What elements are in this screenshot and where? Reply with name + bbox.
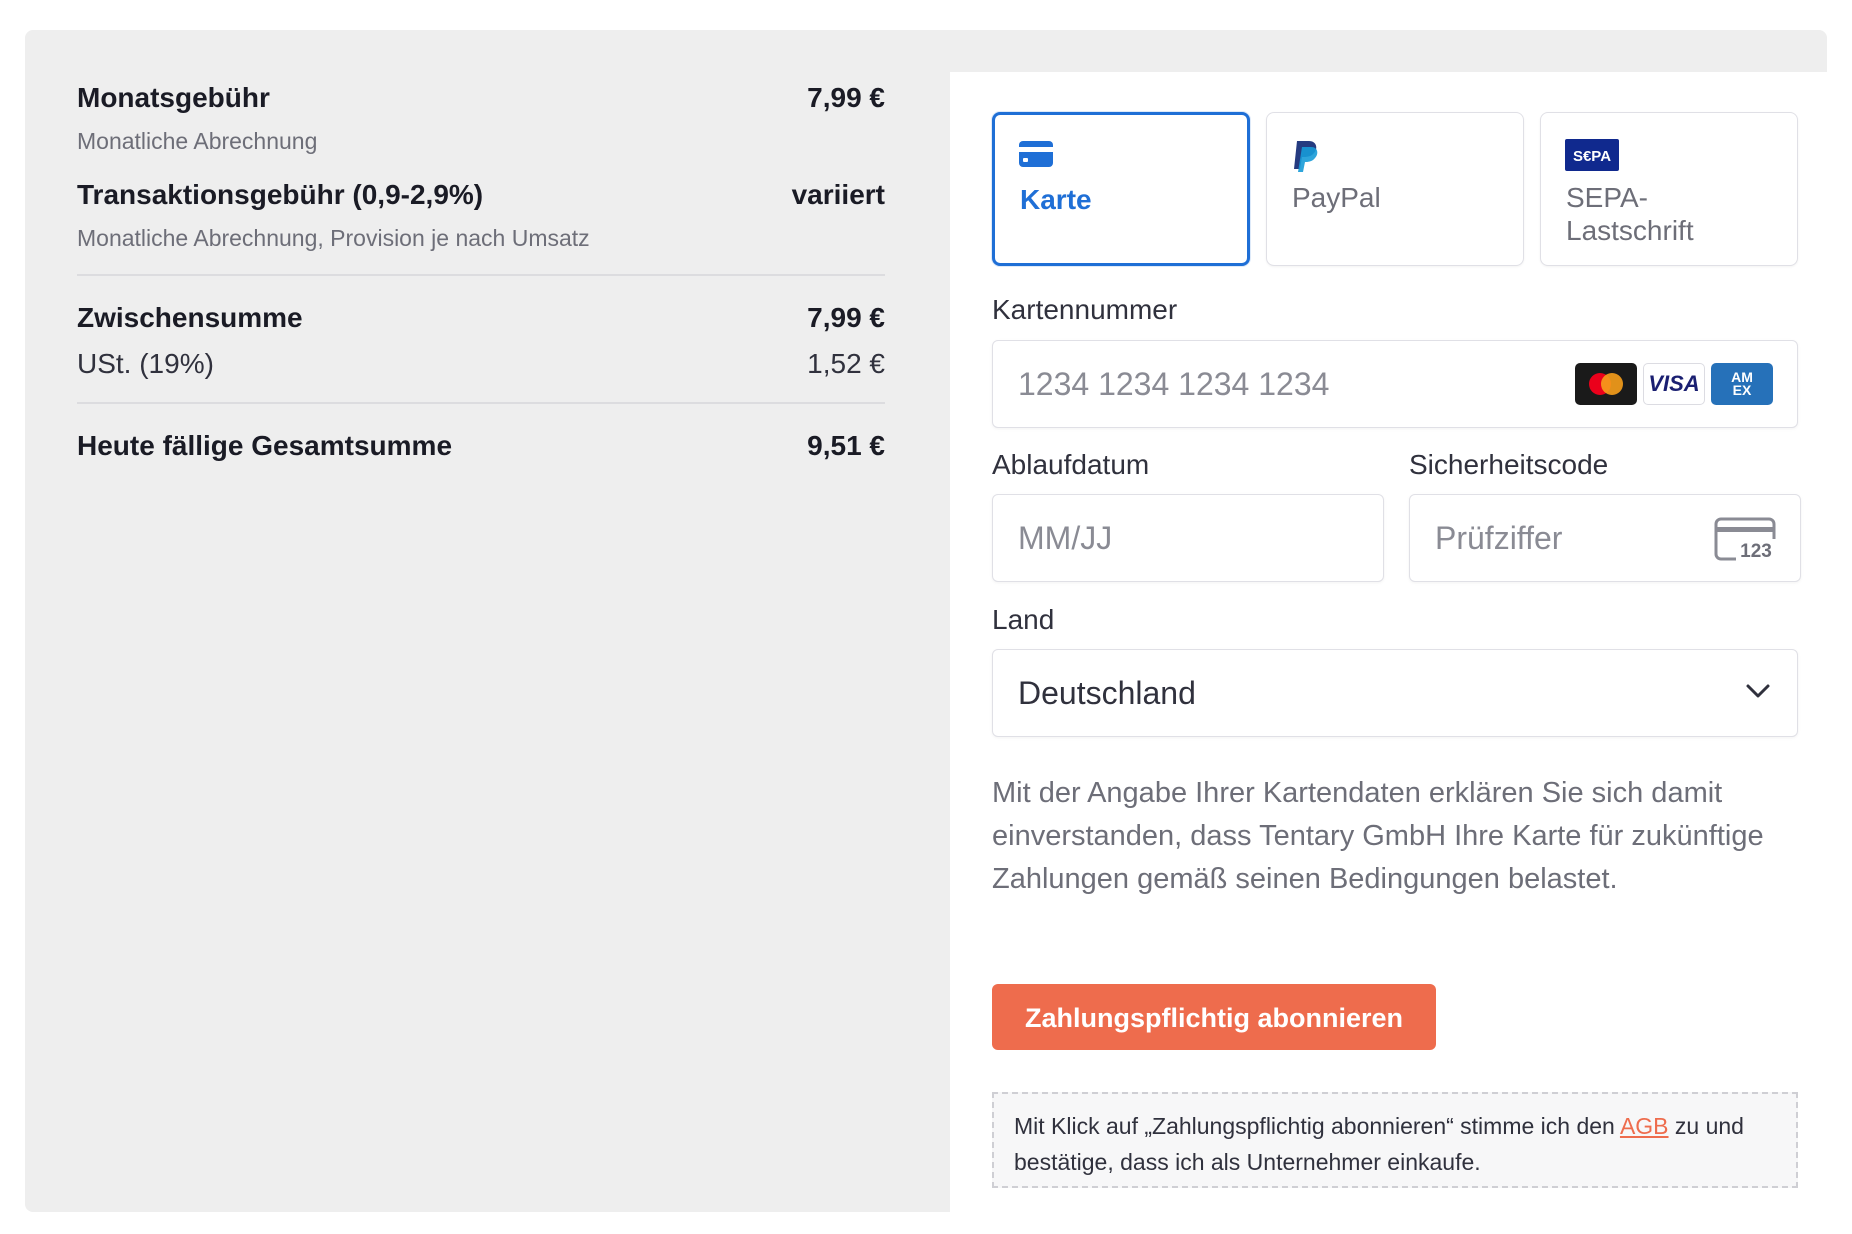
- transaction-fee-line: Transaktionsgebühr (0,9-2,9%) variiert M…: [77, 179, 885, 252]
- order-summary: Monatsgebühr 7,99 € Monatliche Abrechnun…: [77, 82, 885, 462]
- subtotal-label: Zwischensumme: [77, 302, 303, 333]
- payment-panel: Karte PayPal S€PA SEPA- Lastschrift Kart…: [950, 72, 1840, 1230]
- payment-method-sepa[interactable]: S€PA SEPA- Lastschrift: [1540, 112, 1798, 266]
- expiry-label: Ablaufdatum: [992, 449, 1150, 480]
- cvc-label: Sicherheitscode: [1409, 449, 1609, 480]
- subscribe-button[interactable]: Zahlungspflichtig abonnieren: [992, 984, 1436, 1050]
- country-select[interactable]: Deutschland: [992, 649, 1798, 737]
- cvc-input[interactable]: Prüfziffer 123: [1409, 494, 1801, 582]
- vat-label: USt. (19%): [77, 348, 214, 379]
- checkout-frame: Monatsgebühr 7,99 € Monatliche Abrechnun…: [25, 30, 1840, 1230]
- amex-icon-text: AM EX: [1731, 369, 1753, 398]
- visa-icon-text: VISA: [1648, 371, 1700, 396]
- total-label: Heute fällige Gesamtsumme: [77, 430, 453, 461]
- vat-row: USt. (19%) 1,52 €: [77, 348, 885, 380]
- payment-method-label: SEPA- Lastschrift: [1566, 182, 1694, 246]
- country-value: Deutschland: [1018, 675, 1196, 711]
- cvc-placeholder: Prüfziffer: [1435, 520, 1563, 556]
- transaction-fee-title: Transaktionsgebühr (0,9-2,9%): [77, 179, 484, 210]
- monthly-fee-line: Monatsgebühr 7,99 € Monatliche Abrechnun…: [77, 82, 885, 155]
- card-number-placeholder: 1234 1234 1234 1234: [1018, 366, 1330, 402]
- cvc-icon-text: 123: [1740, 541, 1772, 561]
- mastercard-icon: [1575, 363, 1637, 405]
- expiry-input[interactable]: MM/JJ: [992, 494, 1384, 582]
- card-consent-text: Mit der Angabe Ihrer Kartendaten erkläre…: [992, 777, 1764, 895]
- card-icon: [1019, 141, 1053, 172]
- visa-icon: VISA: [1643, 363, 1705, 405]
- transaction-fee-amount: variiert: [791, 179, 885, 210]
- agb-link[interactable]: AGB: [1620, 1113, 1669, 1139]
- total-amount: 9,51 €: [807, 430, 885, 461]
- vat-amount: 1,52 €: [807, 348, 885, 379]
- amex-icon: AM EX: [1711, 363, 1773, 405]
- card-number-label: Kartennummer: [992, 294, 1178, 325]
- paypal-icon: [1291, 139, 1321, 178]
- payment-method-paypal[interactable]: PayPal: [1266, 112, 1524, 266]
- total-row: Heute fällige Gesamtsumme 9,51 €: [77, 430, 885, 462]
- transaction-fee-subtitle: Monatliche Abrechnung, Provision je nach…: [77, 225, 590, 251]
- payment-method-label: Karte: [1020, 184, 1092, 215]
- payment-method-label: PayPal: [1292, 182, 1381, 213]
- payment-method-card[interactable]: Karte: [992, 112, 1250, 266]
- terms-notice: Mit Klick auf „Zahlungspflichtig abonnie…: [992, 1092, 1798, 1188]
- subtotal-amount: 7,99 €: [807, 302, 885, 333]
- card-number-input[interactable]: 1234 1234 1234 1234 VISA AM EX: [992, 340, 1798, 428]
- sepa-icon: S€PA: [1565, 139, 1619, 176]
- expiry-placeholder: MM/JJ: [1018, 520, 1113, 556]
- subtotal-row: Zwischensumme 7,99 €: [77, 302, 885, 334]
- sepa-icon-text: S€PA: [1573, 148, 1611, 165]
- terms-notice-before: Mit Klick auf „Zahlungspflichtig abonnie…: [1014, 1113, 1620, 1139]
- chevron-down-icon: [1745, 682, 1771, 705]
- monthly-fee-amount: 7,99 €: [807, 82, 885, 113]
- summary-divider: [77, 274, 885, 276]
- monthly-fee-subtitle: Monatliche Abrechnung: [77, 128, 318, 154]
- monthly-fee-title: Monatsgebühr: [77, 82, 270, 113]
- country-label: Land: [992, 604, 1055, 635]
- card-brand-icons: VISA AM EX: [1575, 363, 1773, 405]
- payment-method-tabs: Karte PayPal S€PA SEPA- Lastschrift: [992, 112, 1798, 266]
- cvc-card-icon: 123: [1714, 517, 1776, 566]
- summary-divider: [77, 402, 885, 404]
